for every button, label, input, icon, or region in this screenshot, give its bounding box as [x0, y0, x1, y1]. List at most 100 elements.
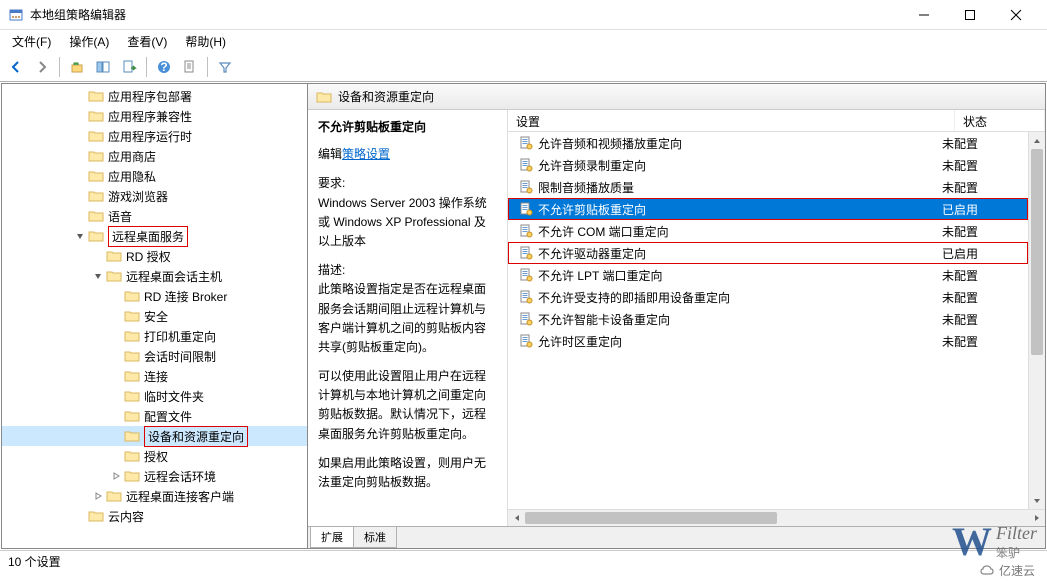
filter-button[interactable] — [213, 55, 237, 79]
tree-item[interactable]: 远程桌面服务 — [2, 226, 307, 246]
minimize-button[interactable] — [901, 0, 947, 30]
tab-standard[interactable]: 标准 — [353, 527, 397, 548]
list-header: 设置 状态 — [508, 110, 1045, 132]
tree-item[interactable]: 应用程序运行时 — [2, 126, 307, 146]
expander-placeholder — [74, 90, 86, 102]
policy-name: 允许时区重定向 — [538, 333, 622, 350]
scroll-left-button[interactable] — [508, 510, 525, 526]
tree-item[interactable]: 连接 — [2, 366, 307, 386]
vertical-scrollbar[interactable] — [1028, 132, 1045, 509]
maximize-button[interactable] — [947, 0, 993, 30]
tree-item[interactable]: RD 连接 Broker — [2, 286, 307, 306]
policy-icon — [518, 267, 534, 283]
content-area: 应用程序包部署应用程序兼容性应用程序运行时应用商店应用隐私游戏浏览器语音远程桌面… — [1, 83, 1046, 549]
tree-item[interactable]: 应用程序包部署 — [2, 86, 307, 106]
folder-icon — [88, 229, 104, 243]
expander-placeholder — [74, 130, 86, 142]
list-row[interactable]: 不允许剪贴板重定向已启用 — [508, 198, 1028, 220]
tree-item[interactable]: 远程桌面会话主机 — [2, 266, 307, 286]
properties-button[interactable] — [178, 55, 202, 79]
folder-icon — [88, 509, 104, 523]
policy-name: 不允许驱动器重定向 — [538, 245, 646, 262]
breadcrumb: 设备和资源重定向 — [308, 84, 1045, 110]
list-row[interactable]: 不允许受支持的即插即用设备重定向 未配置 — [508, 286, 1028, 308]
collapse-icon[interactable] — [92, 270, 104, 282]
expand-icon[interactable] — [110, 470, 122, 482]
titlebar: 本地组策略编辑器 — [0, 0, 1047, 30]
toolbar: ? — [0, 52, 1047, 82]
folder-icon — [88, 89, 104, 103]
expander-placeholder — [110, 450, 122, 462]
list-body[interactable]: 允许音频和视频播放重定向未配置允许音频录制重定向未配置限制音频播放质量未配置不允… — [508, 132, 1028, 509]
list-row[interactable]: 允许音频和视频播放重定向未配置 — [508, 132, 1028, 154]
tree-item-label: 连接 — [144, 368, 168, 385]
tab-extended[interactable]: 扩展 — [310, 527, 354, 548]
expander-placeholder — [74, 210, 86, 222]
tree-item[interactable]: 远程会话环境 — [2, 466, 307, 486]
tree-panel[interactable]: 应用程序包部署应用程序兼容性应用程序运行时应用商店应用隐私游戏浏览器语音远程桌面… — [2, 84, 308, 548]
list-row[interactable]: 允许音频录制重定向未配置 — [508, 154, 1028, 176]
policy-state: 未配置 — [938, 135, 1028, 152]
svg-text:?: ? — [160, 60, 167, 74]
tree-item[interactable]: 设备和资源重定向 — [2, 426, 307, 446]
list-row[interactable]: 不允许 COM 端口重定向未配置 — [508, 220, 1028, 242]
scroll-down-button[interactable] — [1029, 492, 1045, 509]
show-hide-tree-button[interactable] — [91, 55, 115, 79]
scroll-up-button[interactable] — [1029, 132, 1045, 149]
menu-action[interactable]: 操作(A) — [63, 31, 115, 52]
expander-placeholder — [110, 410, 122, 422]
tree-item[interactable]: 会话时间限制 — [2, 346, 307, 366]
menu-file[interactable]: 文件(F) — [6, 31, 57, 52]
tree-item-label: 安全 — [144, 308, 168, 325]
scroll-thumb[interactable] — [1031, 149, 1043, 355]
up-button[interactable] — [65, 55, 89, 79]
close-button[interactable] — [993, 0, 1039, 30]
policy-name: 不允许 LPT 端口重定向 — [538, 267, 662, 284]
forward-button[interactable] — [30, 55, 54, 79]
list-row[interactable]: 不允许驱动器重定向已启用 — [508, 242, 1028, 264]
tree-item-label: RD 连接 Broker — [144, 288, 227, 305]
export-button[interactable] — [117, 55, 141, 79]
tree-item[interactable]: 安全 — [2, 306, 307, 326]
folder-icon — [316, 90, 332, 104]
tree-item[interactable]: 授权 — [2, 446, 307, 466]
back-button[interactable] — [4, 55, 28, 79]
list-row[interactable]: 限制音频播放质量未配置 — [508, 176, 1028, 198]
column-header-setting[interactable]: 设置 — [508, 110, 955, 131]
policy-name: 不允许受支持的即插即用设备重定向 — [538, 289, 730, 306]
description-text-2: 可以使用此设置阻止用户在远程计算机与本地计算机之间重定向剪贴板数据。默认情况下，… — [318, 367, 497, 444]
column-header-state[interactable]: 状态 — [955, 110, 1045, 131]
policy-state: 未配置 — [938, 267, 1028, 284]
edit-policy-link[interactable]: 策略设置 — [342, 147, 390, 161]
policy-state: 未配置 — [938, 289, 1028, 306]
tree-item-label: 应用程序兼容性 — [108, 108, 192, 125]
expand-icon[interactable] — [92, 490, 104, 502]
tree-item[interactable]: 打印机重定向 — [2, 326, 307, 346]
help-button[interactable]: ? — [152, 55, 176, 79]
menu-help[interactable]: 帮助(H) — [179, 31, 232, 52]
menu-view[interactable]: 查看(V) — [121, 31, 173, 52]
folder-icon — [106, 489, 122, 503]
tree-item[interactable]: 临时文件夹 — [2, 386, 307, 406]
tree-item[interactable]: 游戏浏览器 — [2, 186, 307, 206]
tree-item-label: 云内容 — [108, 508, 144, 525]
policy-list-panel: 设置 状态 允许音频和视频播放重定向未配置允许音频录制重定向未配置限制音频播放质… — [508, 110, 1045, 526]
watermark-brand: 亿速云 — [979, 562, 1035, 579]
tree-item[interactable]: 应用隐私 — [2, 166, 307, 186]
separator — [59, 57, 60, 77]
tree-item[interactable]: 远程桌面连接客户端 — [2, 486, 307, 506]
tree-item[interactable]: 云内容 — [2, 506, 307, 526]
collapse-icon[interactable] — [74, 230, 86, 242]
tree-item[interactable]: 配置文件 — [2, 406, 307, 426]
list-row[interactable]: 允许时区重定向未配置 — [508, 330, 1028, 352]
tree-item[interactable]: 应用程序兼容性 — [2, 106, 307, 126]
scroll-thumb-h[interactable] — [525, 512, 777, 524]
list-row[interactable]: 不允许智能卡设备重定向未配置 — [508, 308, 1028, 330]
tree-item[interactable]: 语音 — [2, 206, 307, 226]
tree-item-label: 应用隐私 — [108, 168, 156, 185]
folder-icon — [124, 329, 140, 343]
folder-icon — [124, 349, 140, 363]
tree-item[interactable]: 应用商店 — [2, 146, 307, 166]
list-row[interactable]: 不允许 LPT 端口重定向 未配置 — [508, 264, 1028, 286]
tree-item[interactable]: RD 授权 — [2, 246, 307, 266]
